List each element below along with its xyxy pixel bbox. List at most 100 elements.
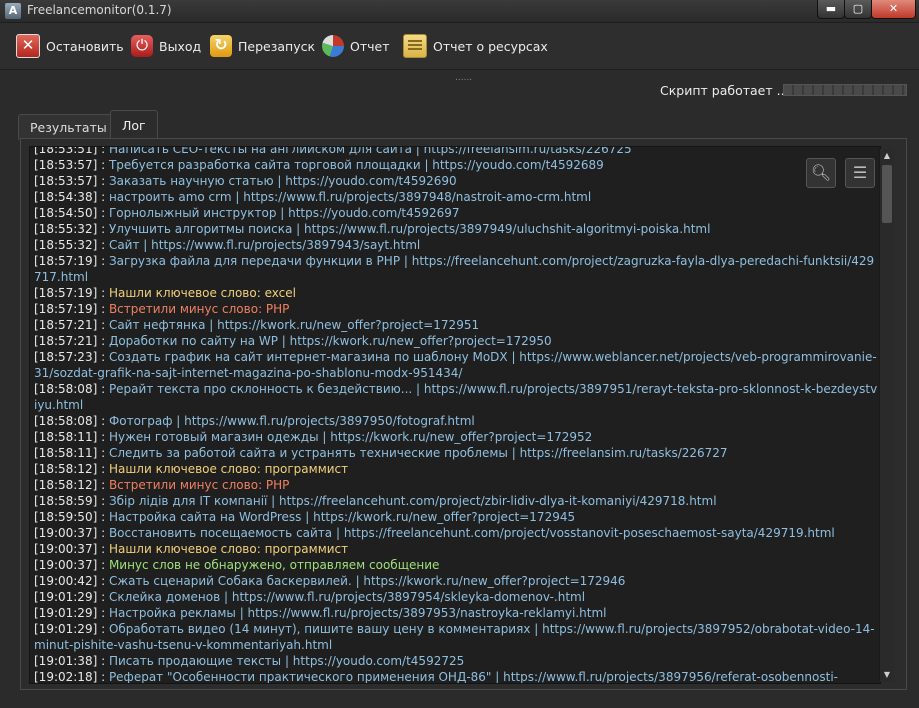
maximize-button[interactable]: ▢ [844,0,872,19]
log-timestamp: [18:53:57] : [34,158,109,172]
log-timestamp: [18:58:12] : [34,462,109,476]
search-icon: 🔍︎ [810,163,832,182]
log-message: Сайт нефтянка | https://kwork.ru/new_off… [108,318,480,332]
log-message: Сайт | https://www.fl.ru/projects/389794… [108,238,421,252]
power-icon [131,35,153,57]
resources-report-button[interactable]: Отчет о ресурсах [403,34,548,58]
log-timestamp: [18:57:19] : [34,254,109,268]
log-timestamp: [18:57:19] : [34,302,109,316]
log-timestamp: [18:58:11] : [34,446,109,460]
scroll-down-arrow-icon[interactable]: ▼ [880,668,894,682]
log-line: [18:58:11] : Следить за работой сайта и … [34,445,880,461]
splitter-grip[interactable]: ...... [455,73,472,83]
report-button[interactable]: Отчет [322,34,389,58]
log-timestamp: [18:55:32] : [34,222,109,236]
log-message: Настройка сайта на WordPress | https://k… [108,510,576,524]
pie-chart-icon [322,35,344,57]
log-timestamp: [19:00:37] : [34,542,109,556]
report-label: Отчет [350,38,390,54]
restart-label: Перезапуск [238,38,316,54]
log-line: [18:58:08] : Фотограф | https://www.fl.r… [34,413,880,429]
log-message: Встретили минус слово: PHP [108,478,290,492]
log-line: [19:02:18] : Реферат "Особенности практи… [34,669,880,684]
menu-button[interactable]: ☰ [845,158,875,188]
log-timestamp: [18:59:50] : [34,510,109,524]
log-timestamp: [18:55:32] : [34,238,109,252]
log-line: [19:00:37] : Нашли ключевое слово: прогр… [34,541,880,557]
log-message: Реферат "Особенности практического приме… [108,670,838,684]
log-message: Писать продающие тексты | https://youdo.… [108,654,465,668]
scroll-up-arrow-icon[interactable]: ▲ [880,149,894,163]
log-line: [18:58:11] : Нужен готовый магазин одежд… [34,429,880,445]
tab-log[interactable]: Лог [110,110,158,140]
log-timestamp: [19:00:42] : [34,574,109,588]
log-timestamp: [18:58:59] : [34,494,109,508]
log-timestamp: [18:58:12] : [34,478,109,492]
log-message: Нашли ключевое слово: excel [108,286,296,300]
document-icon [403,34,427,58]
log-line: [18:54:50] : Горнолыжный инструктор | ht… [34,205,880,221]
log-message: Фотограф | https://www.fl.ru/projects/38… [108,414,475,428]
log-message: Написать СЕО-тексты на английском для са… [108,146,632,156]
stop-button[interactable]: Остановить [16,34,124,58]
log-message: Склейка доменов | https://www.fl.ru/proj… [108,590,586,604]
log-timestamp: [18:58:08] : [34,382,109,396]
log-timestamp: [19:00:37] : [34,558,109,572]
search-button[interactable]: 🔍︎ [806,158,836,188]
log-timestamp: [19:00:37] : [34,526,109,540]
log-message: Восстановить посещаемость сайта | https:… [108,526,835,540]
log-line: [18:57:19] : Встретили минус слово: PHP [34,301,880,317]
log-message: Требуется разработка сайта торговой площ… [108,158,604,172]
log-line: [19:00:37] : Минус слов не обнаружено, о… [34,557,880,573]
close-button[interactable]: ✕ [871,0,916,19]
log-line: [18:53:57] : Заказать научную статью | h… [34,173,880,189]
log-message: Доработки по сайту на WP | https://kwork… [108,334,552,348]
log-line: [18:57:19] : Нашли ключевое слово: excel [34,285,880,301]
log-line: [18:58:08] : Рерайт текста про склонност… [34,381,880,413]
log-view[interactable]: [18:53:51] : Написать СЕО-тексты на англ… [29,146,881,684]
log-timestamp: [19:01:29] : [34,606,109,620]
log-timestamp: [18:57:21] : [34,318,109,332]
restart-button[interactable]: Перезапуск [210,34,315,58]
log-timestamp: [18:58:11] : [34,430,109,444]
log-message: Улучшить алгоритмы поиска | https://www.… [108,222,711,236]
log-timestamp: [19:01:38] : [34,654,109,668]
exit-label: Выход [159,38,202,54]
log-line: [19:01:38] : Писать продающие тексты | h… [34,653,880,669]
log-timestamp: [18:57:19] : [34,286,109,300]
log-timestamp: [18:57:23] : [34,350,109,364]
hamburger-menu-icon: ☰ [852,163,868,182]
log-message: Встретили минус слово: PHP [108,302,290,316]
log-line: [18:53:51] : Написать СЕО-тексты на англ… [34,146,880,157]
log-line: [19:01:29] : Склейка доменов | https://w… [34,589,880,605]
log-timestamp: [19:01:29] : [34,590,109,604]
stop-label: Остановить [46,38,124,54]
progress-bar [783,84,907,96]
log-line: [18:55:32] : Сайт | https://www.fl.ru/pr… [34,237,880,253]
log-message: настроить amo crm | https://www.fl.ru/pr… [108,190,592,204]
app-icon: A [5,3,21,19]
log-content: [18:53:51] : Написать СЕО-тексты на англ… [34,146,880,684]
log-timestamp: [18:53:57] : [34,174,109,188]
log-message: Загрузка файла для передачи функции в PH… [34,254,875,284]
scroll-thumb[interactable] [882,165,892,223]
log-message: Настройка рекламы | https://www.fl.ru/pr… [108,606,607,620]
log-timestamp: [18:54:38] : [34,190,109,204]
exit-button[interactable]: Выход [131,34,201,58]
log-line: [18:54:38] : настроить amo crm | https:/… [34,189,880,205]
vertical-scrollbar[interactable]: ▲ ▼ [879,149,894,682]
log-line: [19:01:29] : Обработать видео (14 минут)… [34,621,880,653]
minimize-button[interactable]: ▬ [817,0,845,19]
log-line: [18:58:12] : Встретили минус слово: PHP [34,477,880,493]
log-message: Нашли ключевое слово: программист [108,462,349,476]
log-timestamp: [18:54:50] : [34,206,109,220]
log-message: Следить за работой сайта и устранять тех… [108,446,728,460]
stop-icon [16,34,40,58]
log-timestamp: [18:57:21] : [34,334,109,348]
log-message: Рерайт текста про склонность к бездейств… [34,382,878,412]
log-timestamp: [19:02:18] : [34,670,109,684]
log-line: [18:58:12] : Нашли ключевое слово: прогр… [34,461,880,477]
log-message: Обработать видео (14 минут), пишите вашу… [34,622,875,652]
tab-results[interactable]: Результаты [18,114,119,140]
log-line: [19:00:37] : Восстановить посещаемость с… [34,525,880,541]
